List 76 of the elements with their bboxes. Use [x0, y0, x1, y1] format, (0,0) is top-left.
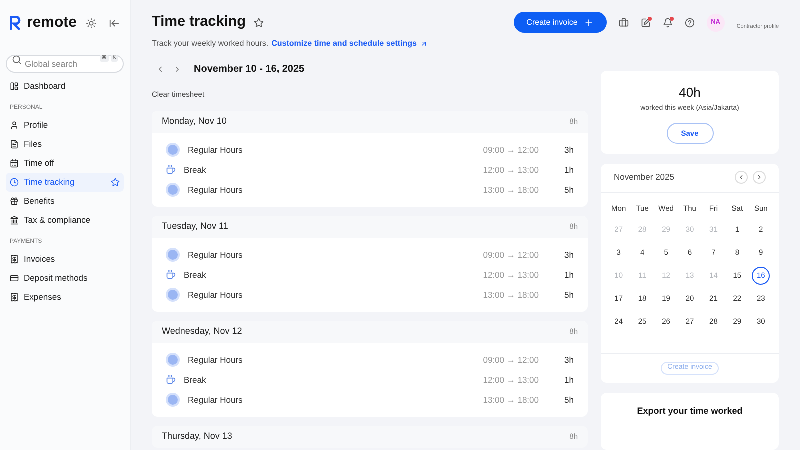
total-hours: 40h [679, 84, 701, 102]
day-title: Wednesday, Nov 12 [162, 325, 242, 338]
coffee-icon [166, 270, 176, 280]
entry-time: 09:00 → 12:00 [483, 248, 539, 262]
entry-hours: 5h [564, 394, 574, 406]
entry-type: Regular Hours [188, 394, 243, 406]
entry-type: Regular Hours [188, 184, 243, 196]
week-range: November 10 - 16, 2025 [194, 62, 305, 77]
entry-time: 09:00 → 12:00 [483, 144, 539, 156]
help-icon[interactable] [684, 18, 695, 28]
sidebar-item[interactable]: Tax & compliance [6, 210, 124, 230]
briefcase-icon[interactable] [618, 18, 629, 28]
entry-hours: 1h [564, 374, 574, 386]
sidebar-item[interactable]: Deposit methods [6, 268, 124, 288]
sidebar-item[interactable]: Time tracking [6, 172, 124, 192]
sidebar-item[interactable]: Invoices [6, 250, 124, 268]
entry-type: Regular Hours [188, 144, 243, 156]
page-title: Time tracking [152, 13, 246, 32]
entry-time: 09:00 → 12:00 [483, 354, 539, 366]
entry-hours: 5h [564, 288, 574, 302]
collapse-icon[interactable] [109, 18, 120, 29]
entry-type: Regular Hours [188, 248, 243, 262]
calendar-month: November 2025 [614, 171, 674, 184]
page-subtitle: Track your weekly worked hours. [152, 38, 269, 50]
entry-hours: 1h [564, 164, 574, 176]
previous-week-icon[interactable] [156, 64, 165, 74]
theme-icon[interactable] [86, 18, 97, 29]
day-title: Tuesday, Nov 11 [162, 220, 228, 234]
entry-time: 13:00 → 18:00 [483, 394, 539, 406]
entry-type: Regular Hours [188, 354, 243, 366]
file-icon [10, 140, 19, 148]
sidebar-item[interactable]: Expenses [6, 288, 124, 306]
entry-type: Regular Hours [188, 288, 243, 302]
entry-time: 13:00 → 18:00 [483, 184, 539, 196]
entry-hours: 1h [564, 268, 574, 282]
user-icon [10, 120, 19, 130]
settings-link[interactable]: Customize time and schedule settings [272, 38, 418, 50]
receipt-icon [10, 254, 19, 264]
entry-time: 12:00 → 13:00 [483, 164, 539, 176]
sidebar-item[interactable]: Dashboard [6, 76, 124, 96]
entry-type: Break [184, 268, 206, 282]
entry-hours: 3h [564, 354, 574, 366]
entry-hours: 5h [564, 184, 574, 196]
external-link-icon [420, 40, 428, 48]
dashboard-icon [10, 82, 19, 90]
entry-time: 13:00 → 18:00 [483, 288, 539, 302]
card-icon [10, 274, 19, 282]
gift-icon [10, 196, 19, 206]
logo-icon [10, 16, 21, 30]
bell-icon[interactable] [662, 18, 673, 28]
star-icon[interactable] [111, 178, 120, 186]
export-title: Export your time worked [637, 405, 743, 418]
receipt-icon [10, 292, 19, 302]
entry-type: Break [184, 374, 206, 386]
sidebar-item[interactable]: Benefits [6, 192, 124, 210]
plus-icon [584, 18, 594, 28]
entry-hours: 3h [564, 144, 574, 156]
search-icon [12, 54, 22, 64]
entry-hours: 3h [564, 248, 574, 262]
bank-icon [10, 216, 19, 224]
sidebar-item[interactable]: Files [6, 134, 124, 154]
star-icon[interactable] [254, 18, 264, 28]
coffee-icon [166, 375, 176, 385]
day-title: Monday, Nov 10 [162, 115, 227, 128]
edit-icon[interactable] [640, 18, 651, 28]
brand-name: remote [27, 13, 78, 33]
day-title: Thursday, Nov 13 [162, 430, 232, 444]
entry-time: 12:00 → 13:00 [483, 374, 539, 386]
sidebar-item[interactable]: Time off [6, 154, 124, 172]
create-invoice-button[interactable]: Create invoice [514, 12, 607, 33]
entry-time: 12:00 → 13:00 [483, 268, 539, 282]
calendar-icon [10, 158, 19, 168]
entry-type: Break [184, 164, 206, 176]
sidebar-item[interactable]: Profile [6, 116, 124, 134]
next-week-icon[interactable] [173, 64, 182, 74]
coffee-icon [166, 165, 176, 175]
